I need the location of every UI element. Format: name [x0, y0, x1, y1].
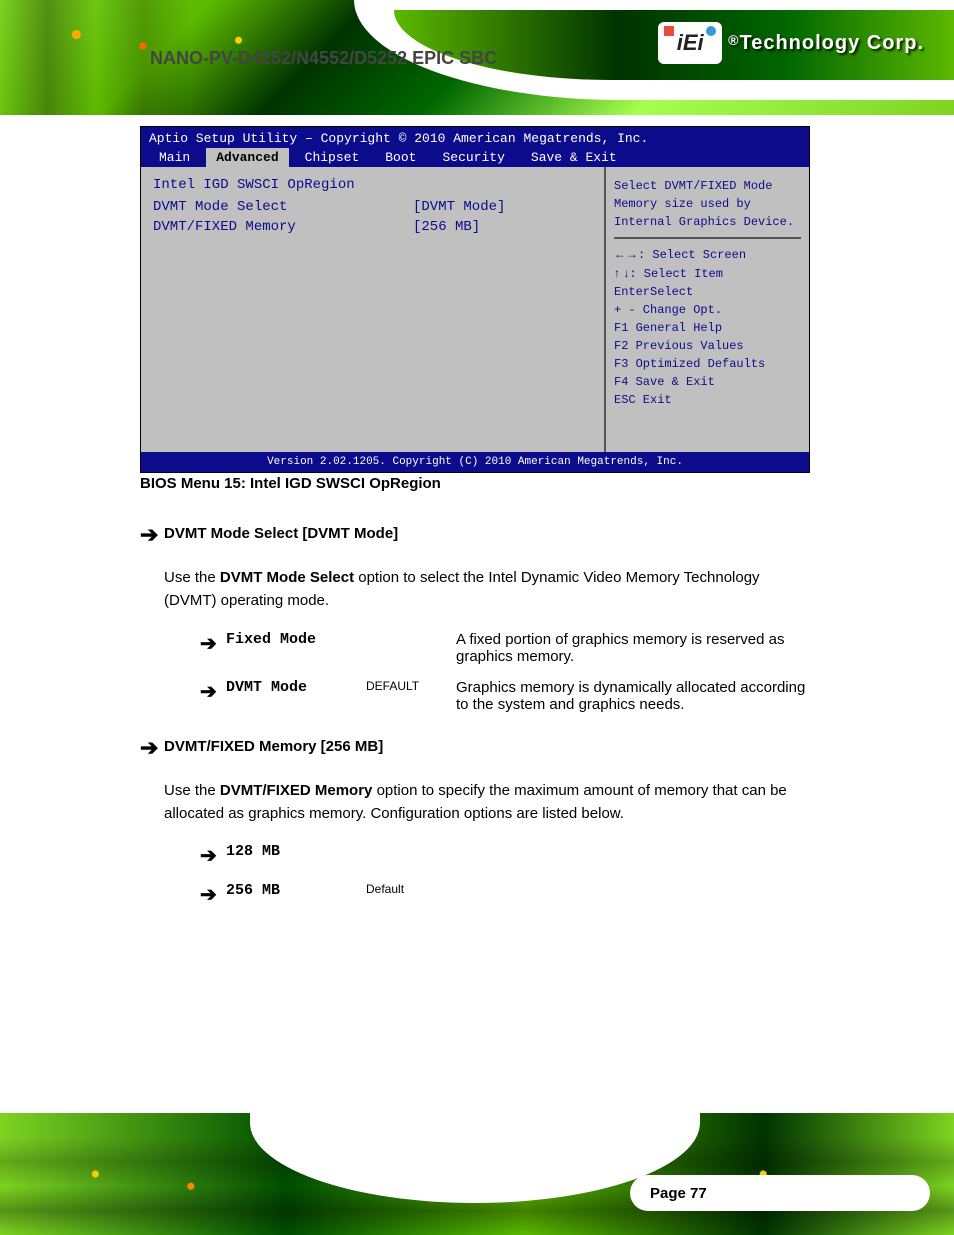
legend-text: : Select Item: [629, 267, 723, 281]
option-heading: DVMT Mode Select [DVMT Mode]: [164, 522, 398, 545]
bullet-arrow-icon: ➔: [200, 843, 226, 868]
option-value-row: ➔ DVMT Mode DEFAULT Graphics memory is d…: [200, 679, 810, 713]
bios-footer: Version 2.02.1205. Copyright (C) 2010 Am…: [141, 452, 809, 472]
option-default-flag: DEFAULT: [366, 679, 456, 693]
bullet-arrow-icon: ➔: [140, 522, 164, 548]
bios-screenshot: Aptio Setup Utility – Copyright © 2010 A…: [140, 126, 810, 473]
bottom-pcb-banner: Page 77: [0, 1113, 954, 1235]
arrow-left-right-icon: ←→: [614, 247, 638, 261]
bios-tab-advanced[interactable]: Advanced: [206, 148, 288, 167]
option-value-label: DVMT Mode: [226, 679, 366, 696]
figure-caption: BIOS Menu 15: Intel IGD SWSCI OpRegion: [140, 475, 810, 492]
bullet-arrow-icon: ➔: [200, 631, 226, 656]
option-value-label: 128 MB: [226, 843, 366, 860]
bios-titlebar: Aptio Setup Utility – Copyright © 2010 A…: [141, 127, 809, 167]
bios-tabs: Main Advanced Chipset Boot Security Save…: [149, 148, 801, 167]
legend-text: F2 Previous Values: [614, 337, 801, 355]
product-name: NANO-PV-D4252/N4552/D5252 EPIC SBC: [150, 48, 497, 69]
bios-setting-label: DVMT/FIXED Memory: [153, 219, 413, 235]
bios-help-panel: Select DVMT/FIXED Mode Memory size used …: [604, 167, 809, 452]
bios-tab-security[interactable]: Security: [432, 148, 514, 167]
bios-setting-value: [256 MB]: [413, 219, 480, 235]
top-pcb-banner: iEi ®Technology Corp. NANO-PV-D4252/N455…: [0, 0, 954, 115]
option-description: Use the DVMT Mode Select option to selec…: [164, 566, 810, 613]
option-value-row: ➔ 128 MB: [200, 843, 810, 868]
bullet-arrow-icon: ➔: [200, 882, 226, 907]
option-value-row: ➔ 256 MB Default: [200, 882, 810, 907]
option-description: Use the DVMT/FIXED Memory option to spec…: [164, 779, 810, 826]
option-value-row: ➔ Fixed Mode A fixed portion of graphics…: [200, 631, 810, 665]
bios-setting-value: [DVMT Mode]: [413, 199, 505, 215]
legend-text: EnterSelect: [614, 283, 801, 301]
arrow-up-down-icon: ↑ ↓: [614, 266, 629, 280]
legend-text: F3 Optimized Defaults: [614, 355, 801, 373]
bios-setting-row[interactable]: DVMT Mode Select [DVMT Mode]: [153, 199, 592, 215]
legend-text: ESC Exit: [614, 391, 801, 409]
brand-label: ®Technology Corp.: [728, 32, 924, 55]
option-default-flag: Default: [366, 882, 456, 896]
bios-title: Aptio Setup Utility – Copyright © 2010 A…: [149, 131, 801, 146]
brand-area: iEi ®Technology Corp.: [658, 22, 924, 64]
bios-tab-chipset[interactable]: Chipset: [295, 148, 370, 167]
legend-text: + - Change Opt.: [614, 301, 801, 319]
logo-text: iEi: [677, 30, 704, 56]
option-value-label: Fixed Mode: [226, 631, 366, 648]
legend-text: F4 Save & Exit: [614, 373, 801, 391]
bios-setting-label: DVMT Mode Select: [153, 199, 413, 215]
bios-tab-boot[interactable]: Boot: [375, 148, 426, 167]
option-value-label: 256 MB: [226, 882, 366, 899]
option-value-desc: Graphics memory is dynamically allocated…: [456, 679, 810, 713]
bios-tab-main[interactable]: Main: [149, 148, 200, 167]
legend-text: F1 General Help: [614, 319, 801, 337]
bios-section-title: Intel IGD SWSCI OpRegion: [153, 177, 592, 193]
legend-text: : Select Screen: [638, 248, 746, 262]
bullet-arrow-icon: ➔: [200, 679, 226, 704]
bios-help-text: Select DVMT/FIXED Mode Memory size used …: [614, 177, 801, 231]
option-value-desc: A fixed portion of graphics memory is re…: [456, 631, 810, 665]
bios-setting-row[interactable]: DVMT/FIXED Memory [256 MB]: [153, 219, 592, 235]
bullet-arrow-icon: ➔: [140, 735, 164, 761]
page-number: Page 77: [630, 1175, 930, 1211]
bios-tab-save-exit[interactable]: Save & Exit: [521, 148, 627, 167]
logo-icon: iEi: [658, 22, 722, 64]
option-heading: DVMT/FIXED Memory [256 MB]: [164, 735, 383, 758]
